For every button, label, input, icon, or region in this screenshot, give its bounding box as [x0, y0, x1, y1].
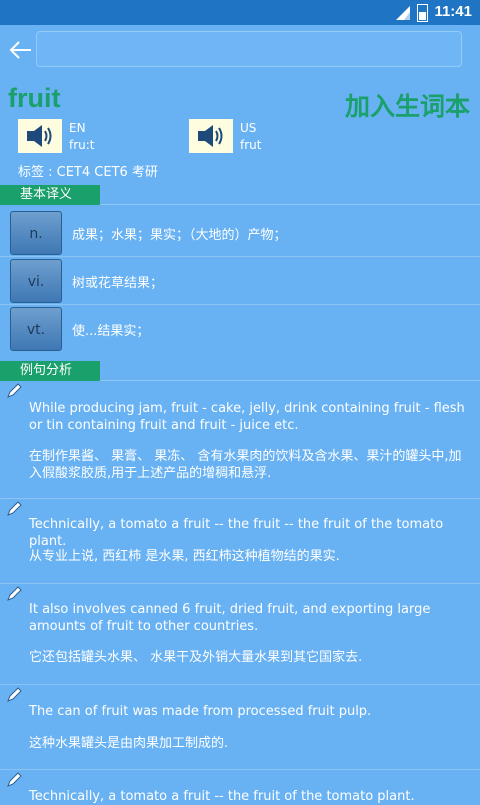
- search-input[interactable]: [36, 31, 462, 67]
- status-time: 11:41: [434, 3, 472, 20]
- example-english: While producing jam, fruit - cake, jelly…: [29, 401, 465, 433]
- pron-us: US frut: [240, 120, 261, 154]
- battery-icon: [417, 4, 428, 22]
- top-bar: [0, 25, 480, 75]
- pencil-icon: [7, 586, 22, 601]
- definition-text: 树或花草结果；: [72, 276, 164, 291]
- pencil-icon: [7, 501, 22, 516]
- pron-us-region: US: [240, 121, 257, 135]
- example-item: Technically, a tomato a fruit -- the fru…: [0, 499, 480, 584]
- example-chinese: 从专业上说, 西红柿 是水果, 西红柿这种植物结的果实.: [29, 549, 340, 564]
- pron-en-region: EN: [69, 121, 86, 135]
- example-chinese: 这种水果罐头是由肉果加工制成的.: [29, 736, 229, 751]
- back-arrow-icon[interactable]: [8, 39, 32, 61]
- speaker-icon: [27, 125, 52, 147]
- definition-text: 成果；水果；果实；（大地的）产物；: [72, 228, 287, 243]
- example-english: Technically, a tomato a fruit -- the fru…: [29, 789, 415, 804]
- example-chinese: 在制作果酱、 果膏、 果冻、 含有水果肉的饮料及含水果、果汁的罐头中,加入假酸浆…: [29, 449, 462, 481]
- status-bar: 11:41: [0, 0, 480, 25]
- pencil-icon: [7, 772, 22, 787]
- exam-tags: 标签 : CET4 CET6 考研: [18, 165, 158, 180]
- definition-row: n. 成果；水果；果实；（大地的）产物；: [0, 209, 480, 257]
- example-item: It also involves canned 6 fruit, dried f…: [0, 584, 480, 685]
- headword: fruit: [8, 83, 61, 113]
- example-item: While producing jam, fruit - cake, jelly…: [0, 381, 480, 499]
- speaker-us-button[interactable]: [189, 119, 233, 153]
- speaker-icon: [198, 125, 223, 147]
- pos-button[interactable]: n.: [10, 211, 62, 255]
- speaker-en-button[interactable]: [18, 119, 62, 153]
- section-examples: 例句分析: [0, 361, 100, 381]
- example-chinese: 它还包括罐头水果、 水果干及外销大量水果到其它国家去.: [29, 650, 363, 665]
- example-english: Technically, a tomato a fruit -- the fru…: [29, 517, 444, 549]
- pron-en: EN fru:t: [69, 120, 95, 154]
- pron-en-phonetic: fru:t: [69, 138, 95, 152]
- example-english: It also involves canned 6 fruit, dried f…: [29, 602, 431, 634]
- definition-row: vt. 使...结果实；: [0, 305, 480, 353]
- pos-button[interactable]: vi.: [10, 259, 62, 303]
- pencil-icon: [7, 383, 22, 398]
- definition-row: vi. 树或花草结果；: [0, 257, 480, 305]
- section-basic-meaning: 基本译义: [0, 185, 100, 205]
- pron-us-phonetic: frut: [240, 138, 262, 152]
- example-english: The can of fruit was made from processed…: [29, 704, 372, 719]
- definition-text: 使...结果实；: [72, 324, 150, 339]
- signal-icon: [396, 6, 410, 20]
- pos-button[interactable]: vt.: [10, 307, 62, 351]
- example-item: The can of fruit was made from processed…: [0, 685, 480, 770]
- pencil-icon: [7, 687, 22, 702]
- add-to-vocabulary-button[interactable]: 加入生词本: [345, 87, 470, 123]
- example-item: Technically, a tomato a fruit -- the fru…: [0, 770, 480, 804]
- divider: [100, 204, 480, 205]
